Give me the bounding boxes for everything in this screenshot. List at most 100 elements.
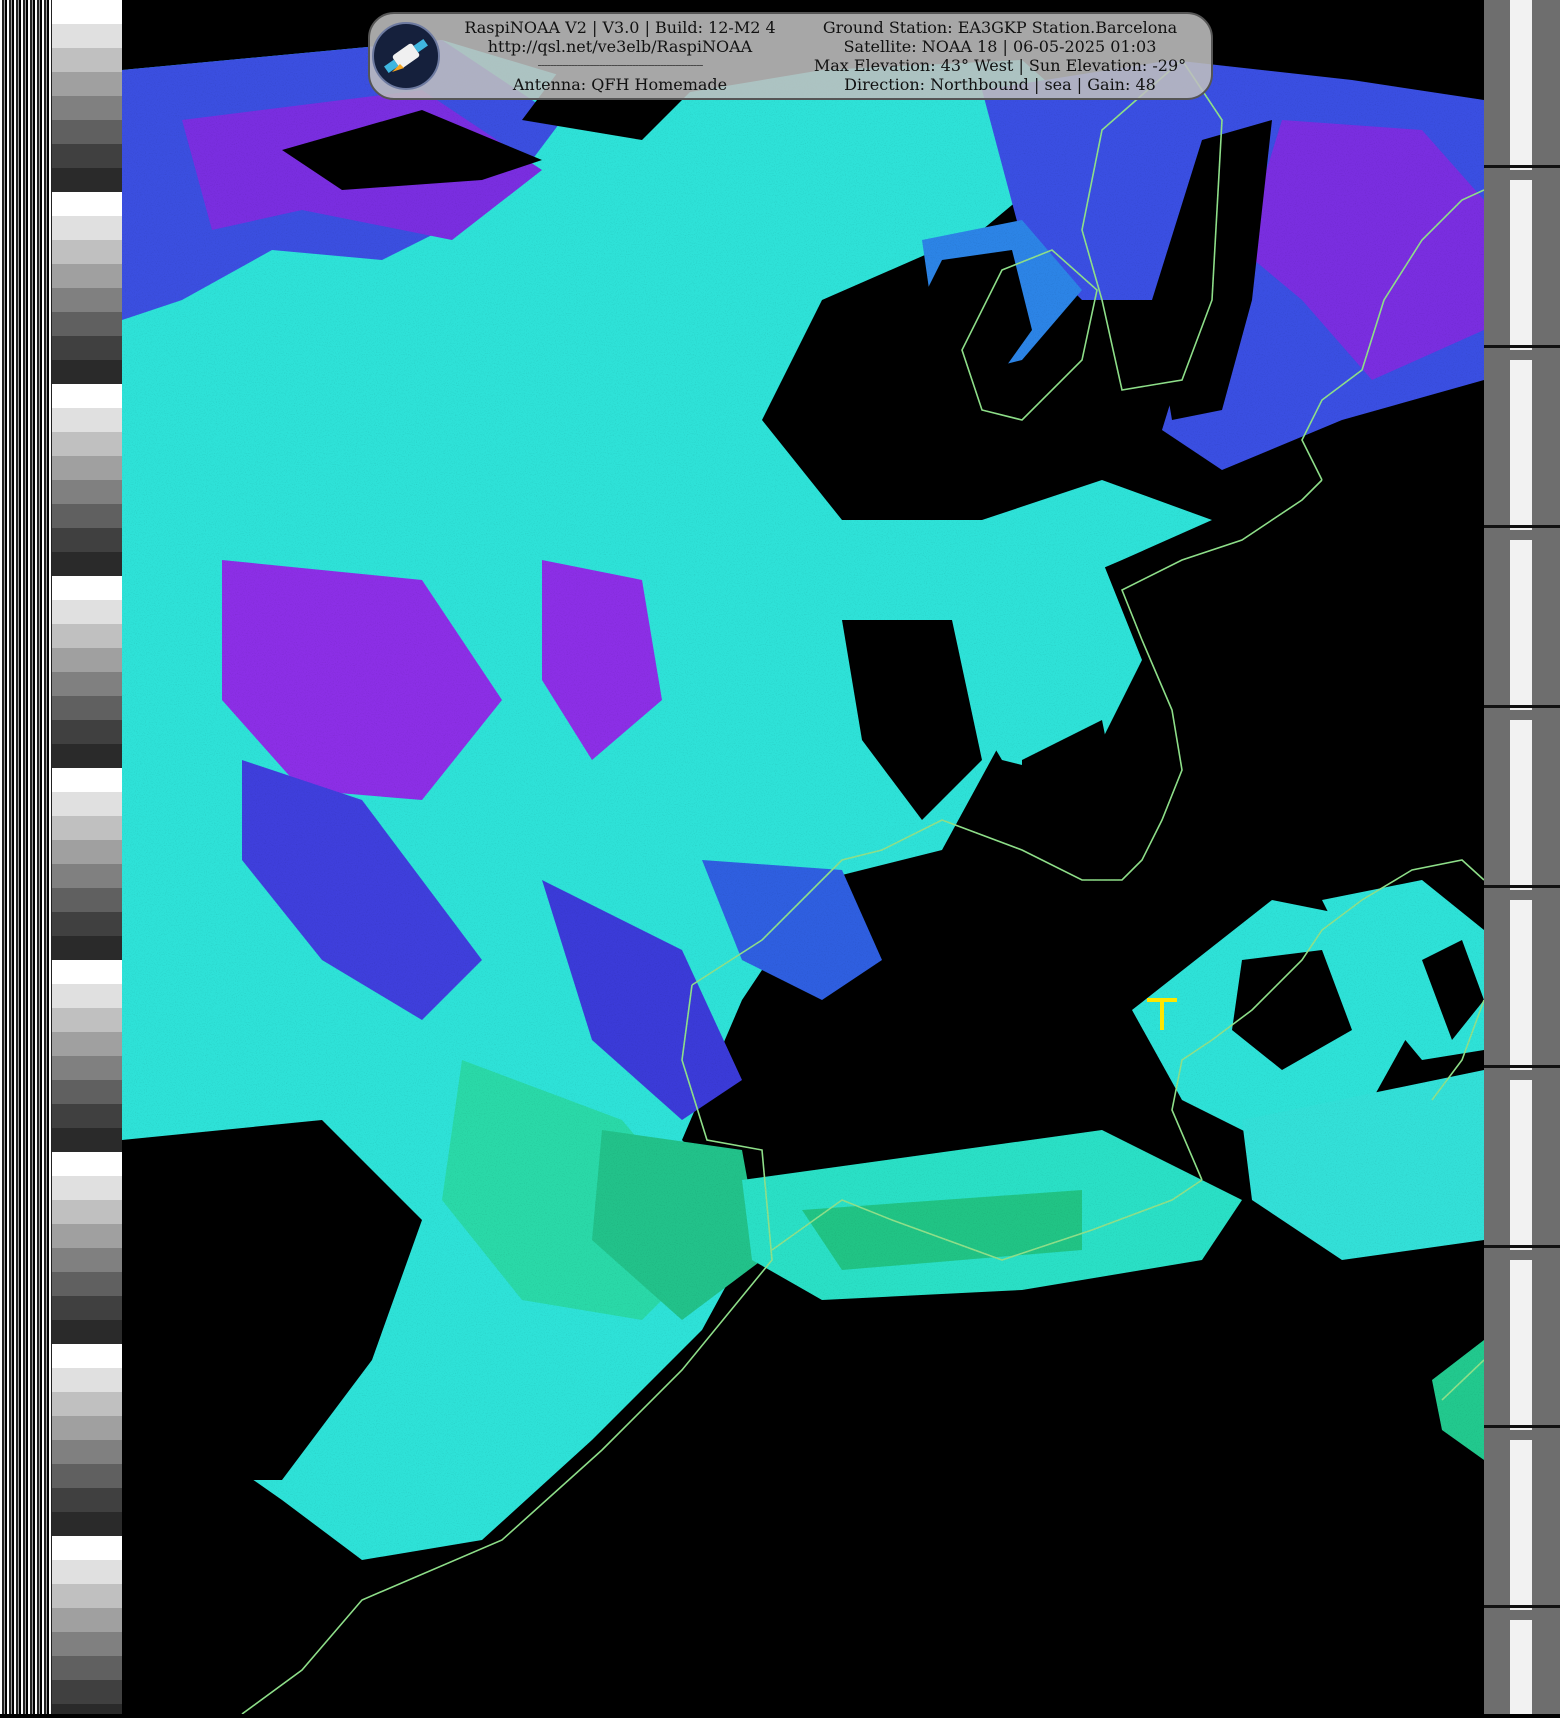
calibration-step: [52, 1416, 122, 1440]
calibration-step: [52, 384, 122, 408]
calibration-step: [52, 192, 122, 216]
calibration-step: [52, 360, 122, 384]
calibration-step: [52, 696, 122, 720]
telemetry-bar: [1510, 1080, 1532, 1250]
calibration-step: [52, 1272, 122, 1296]
software-version: RaspiNOAA V2 | V3.0 | Build: 12-M2 4: [464, 18, 776, 37]
telemetry-tick: [1484, 165, 1560, 168]
calibration-step: [52, 528, 122, 552]
telemetry-bar: [1510, 0, 1532, 170]
calibration-step: [52, 1248, 122, 1272]
telemetry-bar: [1510, 900, 1532, 1070]
telemetry-right-strip: [1484, 0, 1560, 1718]
calibration-step: [52, 1488, 122, 1512]
calibration-step: [52, 1584, 122, 1608]
satellite-image-frame: RaspiNOAA V2 | V3.0 | Build: 12-M2 4 htt…: [0, 0, 1560, 1718]
calibration-step: [52, 480, 122, 504]
calibration-step: [52, 624, 122, 648]
calibration-step: [52, 1008, 122, 1032]
telemetry-tick: [1484, 525, 1560, 528]
telemetry-bars: [1484, 0, 1560, 1718]
telemetry-tick: [1484, 885, 1560, 888]
thermal-cloud-map: [122, 0, 1484, 1714]
calibration-step: [52, 1464, 122, 1488]
satellite-map: [122, 0, 1484, 1714]
satellite-pass: Satellite: NOAA 18 | 06-05-2025 01:03: [843, 37, 1157, 56]
calibration-step: [52, 1128, 122, 1152]
calibration-step: [52, 984, 122, 1008]
calibration-step: [52, 936, 122, 960]
telemetry-tick: [1484, 1065, 1560, 1068]
calibration-step: [52, 0, 122, 24]
calibration-step: [52, 144, 122, 168]
banner-left-text: RaspiNOAA V2 | V3.0 | Build: 12-M2 4 htt…: [450, 18, 790, 94]
calibration-step: [52, 72, 122, 96]
calibration-step: [52, 1608, 122, 1632]
calibration-step: [52, 672, 122, 696]
calibration-step: [52, 120, 122, 144]
calibration-step: [52, 1392, 122, 1416]
calibration-step: [52, 96, 122, 120]
calibration-step: [52, 1368, 122, 1392]
telemetry-tick: [1484, 705, 1560, 708]
calibration-step: [52, 816, 122, 840]
calibration-step: [52, 1704, 122, 1718]
calibration-step: [52, 840, 122, 864]
calibration-step: [52, 1032, 122, 1056]
antenna-info: Antenna: QFH Homemade: [512, 75, 728, 94]
calibration-step: [52, 24, 122, 48]
calibration-step: [52, 720, 122, 744]
calibration-step: [52, 1200, 122, 1224]
telemetry-bar: [1510, 1620, 1532, 1718]
calibration-step: [52, 1296, 122, 1320]
calibration-step: [52, 1512, 122, 1536]
telemetry-tick: [1484, 345, 1560, 348]
telemetry-bar: [1510, 720, 1532, 890]
calibration-step: [52, 864, 122, 888]
separator-line: ----------------------------------------…: [537, 58, 704, 72]
direction-gain: Direction: Northbound | sea | Gain: 48: [844, 75, 1156, 94]
calibration-step: [52, 432, 122, 456]
telemetry-bar: [1510, 1440, 1532, 1610]
calibration-step: [52, 1536, 122, 1560]
telemetry-bar: [1510, 540, 1532, 710]
calibration-wedges: [52, 0, 122, 1718]
calibration-step: [52, 648, 122, 672]
calibration-step: [52, 504, 122, 528]
calibration-step: [52, 456, 122, 480]
calibration-step: [52, 336, 122, 360]
calibration-step: [52, 1056, 122, 1080]
calibration-step: [52, 264, 122, 288]
calibration-step: [52, 1440, 122, 1464]
banner-right-text: Ground Station: EA3GKP Station.Barcelona…: [795, 18, 1205, 94]
telemetry-bar: [1510, 1260, 1532, 1430]
calibration-step: [52, 1224, 122, 1248]
calibration-step: [52, 960, 122, 984]
calibration-step: [52, 1632, 122, 1656]
calibration-step: [52, 48, 122, 72]
calibration-step: [52, 600, 122, 624]
calibration-step: [52, 240, 122, 264]
satellite-icon: [372, 22, 440, 90]
telemetry-bar: [1510, 180, 1532, 350]
calibration-step: [52, 1176, 122, 1200]
calibration-step: [52, 576, 122, 600]
calibration-step: [52, 216, 122, 240]
calibration-step: [52, 768, 122, 792]
telemetry-noise-strip: [0, 0, 52, 1714]
calibration-step: [52, 888, 122, 912]
telemetry-bar: [1510, 360, 1532, 530]
elevation-info: Max Elevation: 43° West | Sun Elevation:…: [813, 56, 1187, 75]
calibration-step: [52, 1104, 122, 1128]
calibration-step: [52, 1656, 122, 1680]
calibration-step: [52, 552, 122, 576]
calibration-step: [52, 1152, 122, 1176]
telemetry-tick: [1484, 1605, 1560, 1608]
project-url: http://qsl.net/ve3elb/RaspiNOAA: [487, 37, 753, 56]
ground-station: Ground Station: EA3GKP Station.Barcelona: [822, 18, 1178, 37]
calibration-step: [52, 792, 122, 816]
calibration-step: [52, 288, 122, 312]
calibration-step: [52, 168, 122, 192]
calibration-step: [52, 1344, 122, 1368]
calibration-step: [52, 744, 122, 768]
